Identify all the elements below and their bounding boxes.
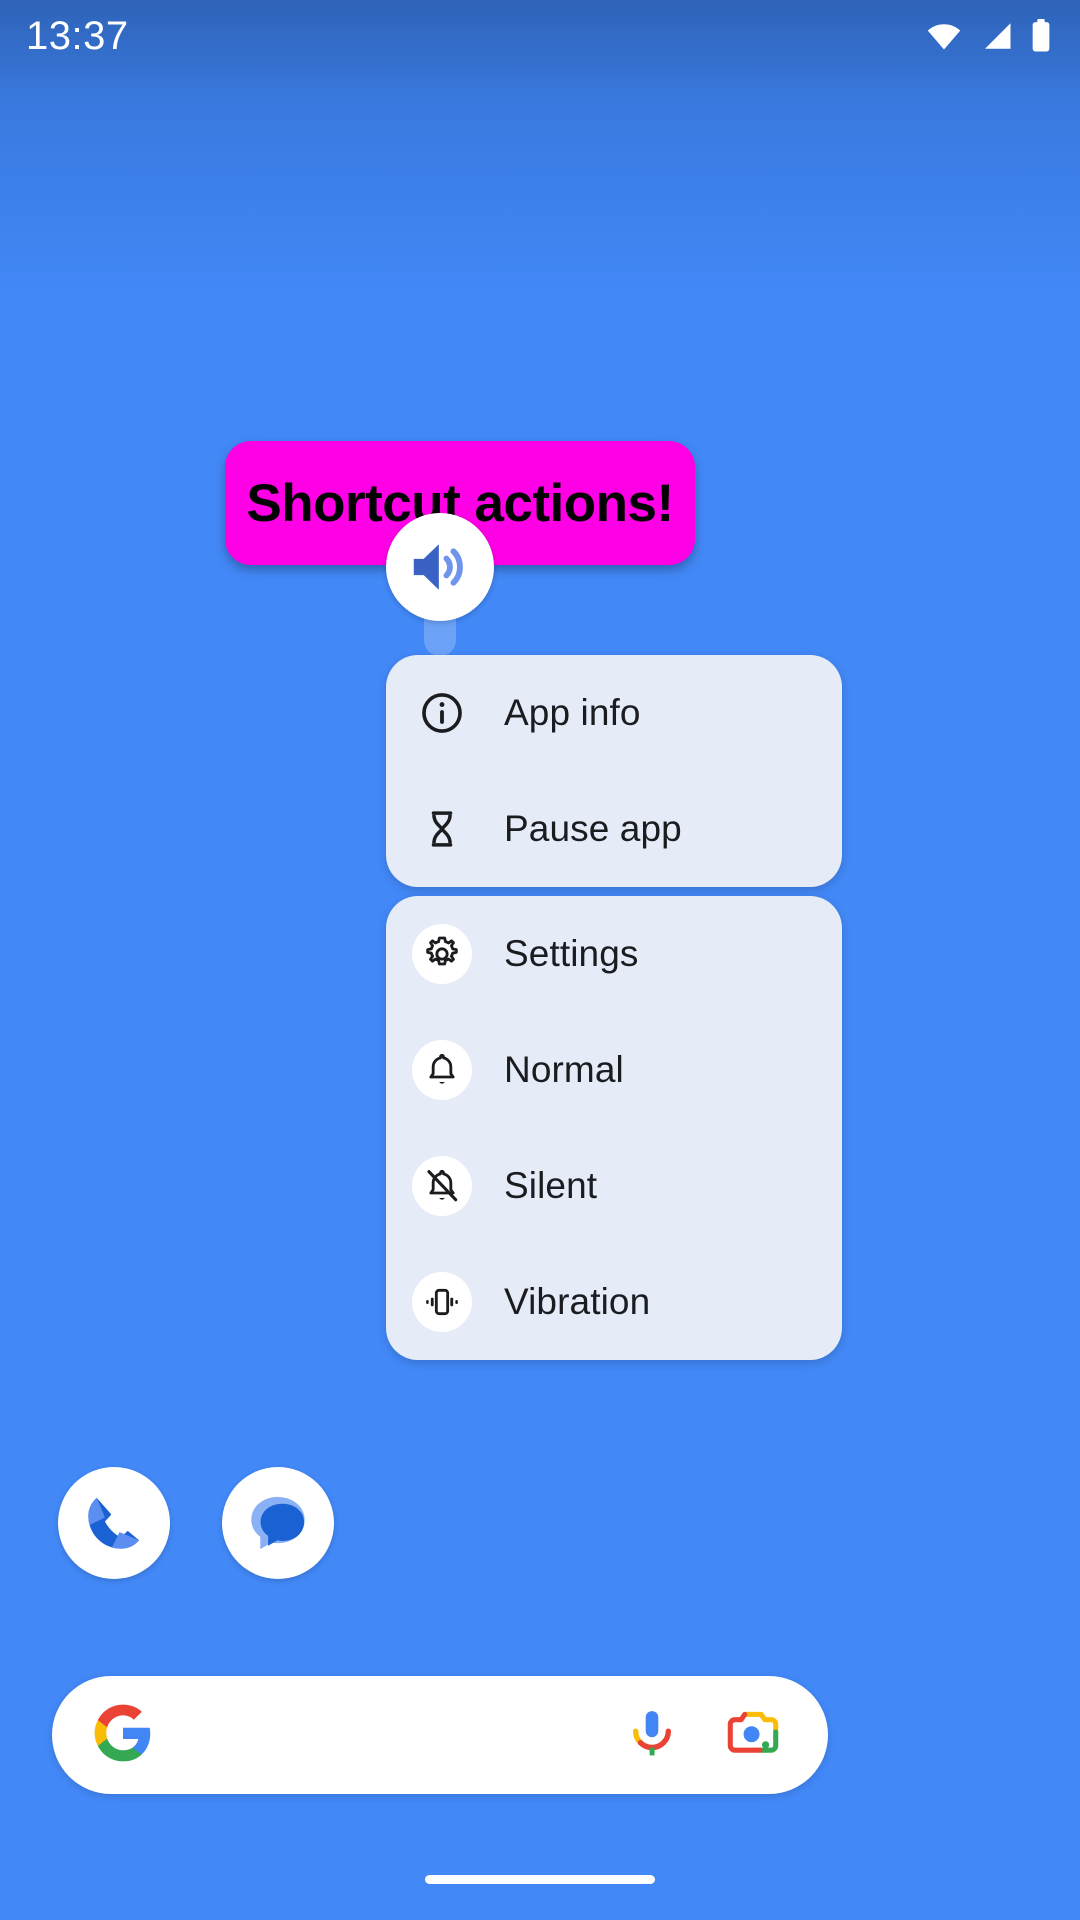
menu-item-settings[interactable]: Settings bbox=[386, 896, 842, 1012]
cellular-signal-icon bbox=[985, 23, 1011, 49]
menu-item-silent[interactable]: Silent bbox=[386, 1128, 842, 1244]
menu-item-app-info[interactable]: App info bbox=[386, 655, 842, 771]
menu-item-label: App info bbox=[504, 692, 641, 733]
menu-item-normal[interactable]: Normal bbox=[386, 1012, 842, 1128]
popup-section-shortcuts: Settings Normal Silent Vibration bbox=[386, 896, 842, 1360]
menu-item-label: Settings bbox=[504, 933, 639, 974]
menu-item-label: Pause app bbox=[504, 808, 682, 849]
battery-icon bbox=[1032, 19, 1050, 52]
menu-item-vibration[interactable]: Vibration bbox=[386, 1244, 842, 1360]
status-bar-icons bbox=[924, 19, 1052, 53]
bell-icon bbox=[412, 1040, 472, 1100]
lens-search-button[interactable] bbox=[724, 1704, 782, 1767]
vibrate-icon bbox=[412, 1272, 472, 1332]
voice-search-button[interactable] bbox=[624, 1705, 680, 1766]
menu-item-pause-app[interactable]: Pause app bbox=[386, 771, 842, 887]
dock-item-phone[interactable] bbox=[58, 1467, 170, 1579]
menu-item-label: Silent bbox=[504, 1165, 598, 1206]
dock-item-messages[interactable] bbox=[222, 1467, 334, 1579]
status-bar: 13:37 bbox=[0, 0, 1080, 72]
gear-icon bbox=[412, 924, 472, 984]
status-bar-clock: 13:37 bbox=[26, 13, 129, 58]
menu-item-label: Normal bbox=[504, 1049, 624, 1090]
volume-app-icon[interactable] bbox=[386, 513, 494, 621]
menu-item-label: Vibration bbox=[504, 1281, 651, 1322]
google-g-logo bbox=[92, 1702, 154, 1769]
phone-icon bbox=[88, 1497, 140, 1549]
volume-speaker-icon bbox=[413, 544, 463, 590]
info-icon bbox=[412, 683, 472, 743]
wifi-icon bbox=[927, 24, 961, 50]
hourglass-icon bbox=[412, 799, 472, 859]
popup-section-system: App info Pause app bbox=[386, 655, 842, 887]
messages-icon bbox=[251, 1496, 305, 1550]
bell-off-icon bbox=[412, 1156, 472, 1216]
android-home-screen: 13:37 Shortcut actions! App info Pause a… bbox=[0, 0, 1080, 1920]
shortcut-popup-menu: App info Pause app Settings Normal Silen… bbox=[386, 655, 842, 1360]
google-lens-icon bbox=[727, 1711, 779, 1753]
google-search-bar[interactable] bbox=[52, 1676, 828, 1794]
home-gesture-pill[interactable] bbox=[425, 1875, 655, 1884]
microphone-icon bbox=[632, 1710, 672, 1755]
